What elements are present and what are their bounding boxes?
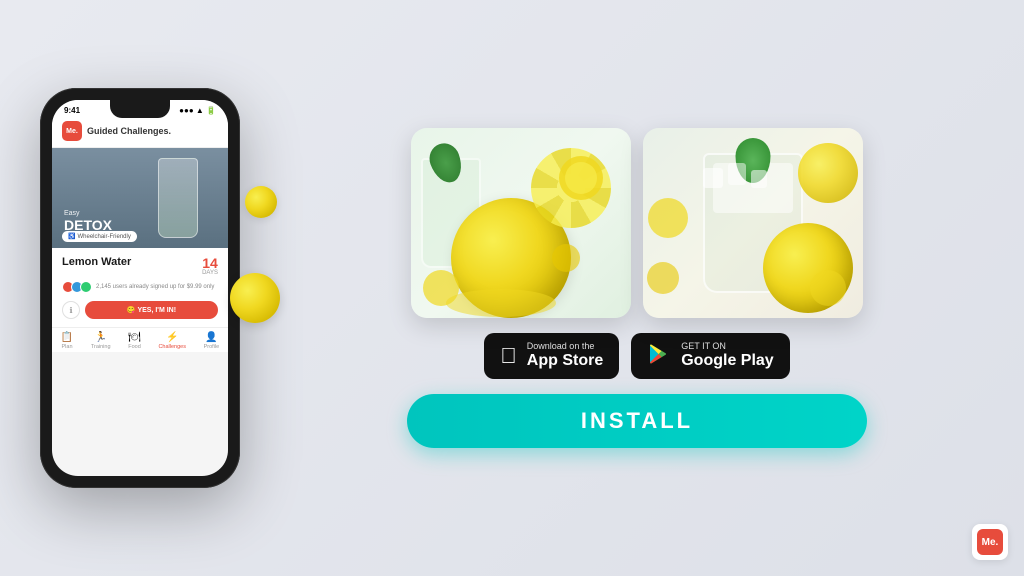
users-count-text: 2,145 users already signed up for $9.99 … xyxy=(96,284,214,290)
challenge-title-row: Lemon Water 14 DAYS xyxy=(62,256,218,276)
cta-row: ℹ 😋 YES, I'M IN! xyxy=(62,301,218,319)
users-row: 2,145 users already signed up for $9.99 … xyxy=(62,281,218,293)
phone-header: Me. Guided Challenges. xyxy=(52,117,228,148)
app-store-subtitle: Download on the xyxy=(527,341,603,351)
hero-drink-glass xyxy=(158,158,198,238)
wheelchair-badge: ♿ Wheelchair-Friendly xyxy=(62,231,137,242)
me-app-logo: Me. xyxy=(62,121,82,141)
food-images-row xyxy=(290,128,984,318)
floating-lemon-large xyxy=(230,273,280,323)
nav-challenges[interactable]: ⚡ Challenges xyxy=(158,332,186,350)
store-buttons-row:  Download on the App Store GET IT O xyxy=(484,333,789,378)
nav-profile-label: Profile xyxy=(204,344,220,350)
phone-header-title: Guided Challenges. xyxy=(87,126,171,136)
plan-icon: 📋 xyxy=(61,332,73,343)
app-store-text: Download on the App Store xyxy=(527,341,603,370)
join-button[interactable]: 😋 YES, I'M IN! xyxy=(85,301,218,319)
google-play-text: GET IT ON Google Play xyxy=(681,341,773,370)
nav-training-label: Training xyxy=(91,344,111,350)
google-play-title: Google Play xyxy=(681,351,773,370)
phone-screen: 9:41 ●●● ▲ 🔋 Me. Guided Challenges. Easy… xyxy=(52,100,228,476)
phone-notch xyxy=(110,100,170,118)
app-store-button[interactable]:  Download on the App Store xyxy=(484,333,619,378)
nav-food[interactable]: 🍽 Food xyxy=(128,332,141,350)
days-badge: 14 DAYS xyxy=(202,256,218,276)
floating-lemon-small xyxy=(245,186,277,218)
me-brand-badge: Me. xyxy=(972,524,1008,560)
nav-plan-label: Plan xyxy=(62,344,73,350)
install-button[interactable]: INSTALL xyxy=(407,394,867,448)
user-avatars xyxy=(62,281,92,293)
status-time: 9:41 xyxy=(64,106,80,115)
me-badge-logo: Me. xyxy=(977,529,1003,555)
wheelchair-icon: ♿ xyxy=(68,233,75,240)
phone-nav: 📋 Plan 🏃 Training 🍽 Food ⚡ Challenges xyxy=(52,327,228,352)
google-play-icon xyxy=(647,342,671,370)
right-section:  Download on the App Store GET IT O xyxy=(290,128,984,447)
food-image-1 xyxy=(411,128,631,318)
challenge-name: Lemon Water xyxy=(62,256,131,268)
challenges-icon: ⚡ xyxy=(166,332,178,343)
phone-frame: 9:41 ●●● ▲ 🔋 Me. Guided Challenges. Easy… xyxy=(40,88,240,488)
status-icons: ●●● ▲ 🔋 xyxy=(179,106,216,115)
main-container: 9:41 ●●● ▲ 🔋 Me. Guided Challenges. Easy… xyxy=(0,0,1024,576)
hero-easy-label: Easy xyxy=(64,210,112,217)
nav-training[interactable]: 🏃 Training xyxy=(91,332,111,350)
lemon-svg-2 xyxy=(643,128,863,318)
user-avatar-3 xyxy=(80,281,92,293)
google-play-button[interactable]: GET IT ON Google Play xyxy=(631,333,789,378)
food-icon: 🍽 xyxy=(128,332,141,343)
google-play-subtitle: GET IT ON xyxy=(681,341,773,351)
profile-icon: 👤 xyxy=(205,332,217,343)
hero-text-block: Easy DETOX xyxy=(64,210,112,233)
phone-hero-image: Easy DETOX ♿ Wheelchair-Friendly xyxy=(52,148,228,248)
apple-icon:  xyxy=(500,345,517,367)
phone-section: 9:41 ●●● ▲ 🔋 Me. Guided Challenges. Easy… xyxy=(40,88,260,488)
phone-content: Lemon Water 14 DAYS 2,145 users already xyxy=(52,248,228,327)
nav-food-label: Food xyxy=(128,344,141,350)
days-label: DAYS xyxy=(202,270,218,276)
training-icon: 🏃 xyxy=(94,332,106,343)
info-icon[interactable]: ℹ xyxy=(62,301,80,319)
nav-profile[interactable]: 👤 Profile xyxy=(204,332,220,350)
lemon-svg-1 xyxy=(411,128,631,318)
food-image-2 xyxy=(643,128,863,318)
app-store-title: App Store xyxy=(527,351,603,370)
nav-challenges-label: Challenges xyxy=(158,344,186,350)
nav-plan[interactable]: 📋 Plan xyxy=(61,332,73,350)
lemon-art-2 xyxy=(643,128,863,318)
days-number: 14 xyxy=(202,256,218,270)
lemon-art-1 xyxy=(411,128,631,318)
wheelchair-label: Wheelchair-Friendly xyxy=(77,234,130,240)
